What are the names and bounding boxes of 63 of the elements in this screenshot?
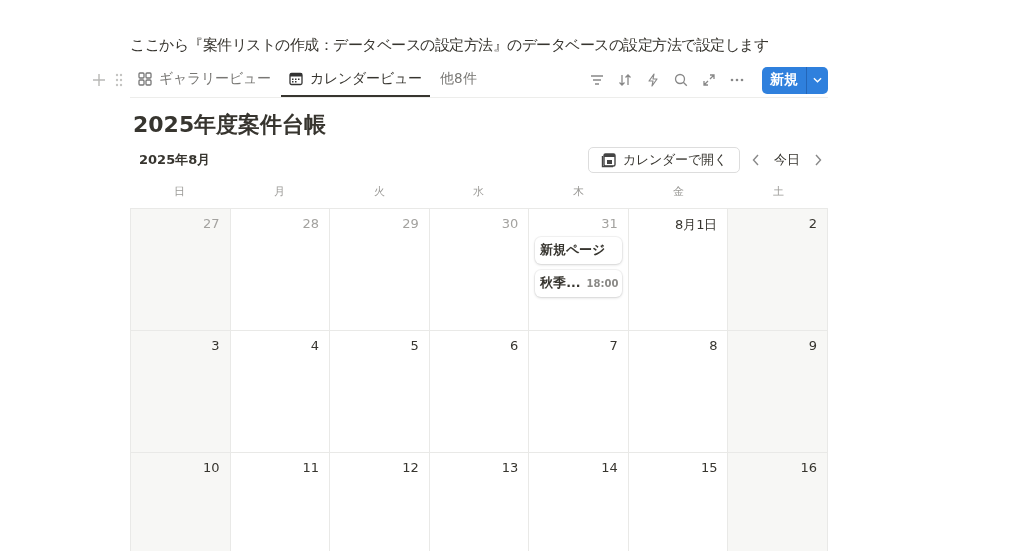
day-cell[interactable]: 9 bbox=[728, 331, 828, 453]
chevron-down-icon bbox=[813, 77, 822, 83]
day-cell[interactable]: 8月1日 bbox=[628, 209, 729, 331]
day-cell[interactable]: 10 bbox=[131, 453, 231, 551]
filter-icon[interactable] bbox=[590, 73, 604, 87]
day-number: 9 bbox=[808, 338, 817, 353]
weekday-label: 土 bbox=[771, 183, 785, 199]
chevron-left-icon[interactable] bbox=[752, 154, 760, 166]
month-label: 2025年8月 bbox=[139, 151, 211, 169]
day-number: 16 bbox=[800, 460, 817, 475]
day-cell[interactable]: 7 bbox=[529, 331, 629, 453]
day-cell[interactable]: 5 bbox=[330, 331, 430, 453]
weekday-label: 火 bbox=[372, 183, 386, 199]
event-card[interactable]: 秋季... 18:00 bbox=[535, 270, 622, 297]
day-number: 13 bbox=[501, 460, 519, 475]
chevron-right-icon[interactable] bbox=[814, 154, 822, 166]
day-number: 10 bbox=[203, 460, 220, 475]
day-cell[interactable]: 4 bbox=[230, 331, 331, 453]
day-cell[interactable]: 16 bbox=[728, 453, 828, 551]
weekday-label: 金 bbox=[671, 183, 685, 199]
search-icon[interactable] bbox=[674, 73, 688, 87]
view-tab[interactable]: ギャラリービュー bbox=[130, 63, 279, 97]
view-tab[interactable]: カレンダービュー bbox=[281, 63, 430, 97]
day-number: 6 bbox=[510, 338, 519, 353]
day-number: 3 bbox=[211, 338, 220, 353]
database-title: 2025年度案件台帳 bbox=[133, 111, 328, 139]
day-number: 28 bbox=[302, 216, 320, 231]
day-cell[interactable]: 8 bbox=[628, 331, 729, 453]
day-number: 11 bbox=[302, 460, 320, 475]
day-number: 2 bbox=[808, 216, 817, 231]
weekday-label: 日 bbox=[173, 183, 187, 199]
open-calendar-button[interactable]: カレンダーで開く bbox=[588, 147, 740, 173]
sort-icon[interactable] bbox=[618, 73, 632, 87]
day-number: 27 bbox=[203, 216, 220, 231]
weekday-label: 水 bbox=[472, 183, 486, 199]
day-number: 5 bbox=[410, 338, 419, 353]
drag-handle-icon[interactable] bbox=[115, 73, 123, 87]
day-cell[interactable]: 31 新規ページ 秋季... 18:00 bbox=[529, 209, 629, 331]
day-number: 7 bbox=[609, 338, 618, 353]
day-number: 14 bbox=[601, 460, 618, 475]
today-button[interactable]: 今日 bbox=[772, 151, 802, 169]
lightning-icon[interactable] bbox=[646, 73, 660, 87]
weekday-label: 月 bbox=[273, 183, 287, 199]
day-cell[interactable]: 6 bbox=[429, 331, 530, 453]
grid-icon bbox=[138, 72, 152, 86]
day-number: 29 bbox=[402, 216, 419, 231]
day-number: 4 bbox=[310, 338, 320, 353]
day-number: 30 bbox=[501, 216, 519, 231]
day-number: 8 bbox=[709, 338, 718, 353]
more-icon[interactable] bbox=[730, 78, 744, 82]
calendar-icon bbox=[289, 72, 303, 86]
intro-text: ここから『案件リストの作成：データベースの設定方法』のデータベースの設定方法で設定します bbox=[130, 35, 769, 55]
day-cell[interactable]: 2 bbox=[728, 209, 828, 331]
expand-icon[interactable] bbox=[702, 73, 716, 87]
day-number: 12 bbox=[402, 460, 419, 475]
day-cell[interactable]: 3 bbox=[131, 331, 231, 453]
event-card[interactable]: 新規ページ bbox=[535, 237, 622, 264]
day-number: 8月1日 bbox=[674, 216, 718, 234]
weekday-label: 木 bbox=[572, 183, 586, 199]
day-number: 31 bbox=[601, 216, 618, 231]
calendar-icon bbox=[601, 152, 617, 168]
day-number: 15 bbox=[700, 460, 718, 475]
view-tab[interactable]: 他8件 bbox=[432, 63, 485, 97]
